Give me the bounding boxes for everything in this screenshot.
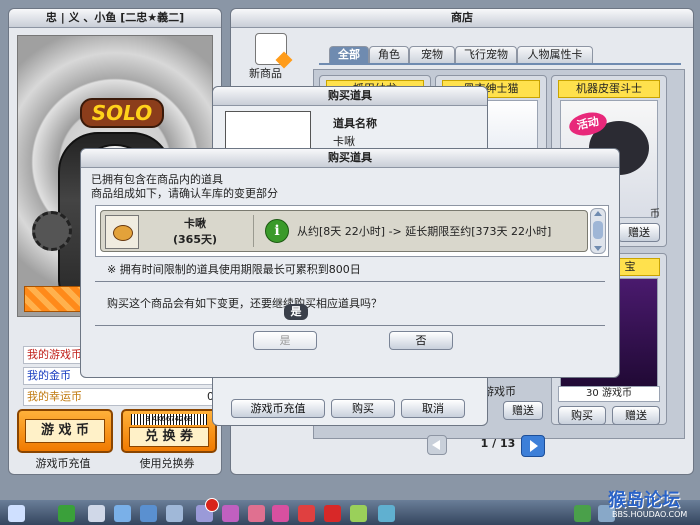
notebook-icon[interactable] bbox=[166, 505, 183, 522]
yes-button[interactable]: 是 bbox=[253, 331, 317, 350]
confirm-question: 购买这个商品会有如下变更，还要继续购买相应道具吗？ bbox=[107, 297, 382, 310]
mask-icon[interactable] bbox=[324, 505, 341, 522]
new-items-icon[interactable] bbox=[255, 33, 293, 69]
game-coin-caption: 游戏币充值 bbox=[35, 457, 91, 470]
buy-item-name-value: 卡啾 bbox=[333, 135, 355, 148]
recharge-button[interactable]: 游戏币充值 bbox=[231, 399, 325, 418]
next-page-button[interactable] bbox=[521, 435, 545, 457]
redeem-button-label: 兑 换 券 bbox=[129, 427, 209, 447]
left-arrow-icon bbox=[432, 440, 440, 450]
tab-pets[interactable]: 宠物 bbox=[409, 46, 455, 63]
tools-icon[interactable] bbox=[140, 505, 157, 522]
shop-card-3-price: 币 bbox=[650, 209, 660, 220]
note-divider bbox=[95, 281, 605, 282]
confirm-purchase-dialog: 购买道具 已拥有包含在商品内的道具 商品组成如下，请确认车库的变更部分 卡啾 (… bbox=[80, 148, 620, 378]
my-gold-coin-label: 我的金币 bbox=[27, 369, 71, 382]
row-divider bbox=[253, 215, 254, 247]
logo-icon[interactable] bbox=[8, 505, 25, 522]
my-lucky-coin-link[interactable]: 我的幸运币 0 bbox=[23, 388, 221, 406]
my-game-coin-label: 我的游戏币 bbox=[27, 348, 82, 361]
camera-icon[interactable] bbox=[350, 505, 367, 522]
scroll-thumb[interactable] bbox=[593, 221, 603, 239]
solo-badge: SOLO bbox=[80, 98, 164, 128]
change-row[interactable]: 卡啾 (365天) i 从约[8天 22小时] -> 延长期限至约[373天 2… bbox=[100, 210, 588, 252]
game-coin-button-label: 游 戏 币 bbox=[25, 419, 105, 443]
prev-page-button[interactable] bbox=[427, 435, 447, 455]
yes-tooltip: 是 bbox=[284, 304, 308, 320]
change-item-name: 卡啾 bbox=[184, 217, 206, 230]
item-thumbnail bbox=[105, 215, 139, 249]
shop-card-4-buy-button[interactable]: 购买 bbox=[558, 406, 606, 425]
music-icon[interactable] bbox=[574, 505, 591, 522]
buy-button[interactable]: 购买 bbox=[331, 399, 395, 418]
my-lucky-coin-label: 我的幸运币 bbox=[27, 390, 82, 403]
change-list: 卡啾 (365天) i 从约[8天 22小时] -> 延长期限至约[373天 2… bbox=[95, 205, 609, 257]
confirm-dialog-title: 购买道具 bbox=[81, 149, 619, 168]
watermark-url: BBS.HOUDAO.COM bbox=[612, 510, 688, 519]
tab-attribute-cards[interactable]: 人物属性卡 bbox=[517, 46, 593, 63]
change-item-days: (365天) bbox=[172, 233, 218, 246]
shop-card-4-gift-button[interactable]: 赠送 bbox=[612, 406, 660, 425]
cancel-button[interactable]: 取消 bbox=[401, 399, 465, 418]
scroll-down-icon[interactable] bbox=[594, 246, 602, 251]
buy-item-name-label: 道具名称 bbox=[333, 117, 377, 130]
pet-icon[interactable] bbox=[272, 505, 289, 522]
heart-icon[interactable] bbox=[248, 505, 265, 522]
scroll-up-icon[interactable] bbox=[594, 211, 602, 216]
time-limit-note: ※ 拥有时间限制的道具使用期限最长可累积到800日 bbox=[107, 263, 361, 276]
chat-icon[interactable] bbox=[378, 505, 395, 522]
buy-dialog-title: 购买道具 bbox=[213, 87, 487, 106]
new-items-label: 新商品 bbox=[249, 67, 282, 80]
book-icon[interactable] bbox=[298, 505, 315, 522]
shop-card-2-gift-button-row2[interactable]: 赠送 bbox=[503, 401, 543, 420]
question-divider bbox=[95, 325, 605, 326]
shop-icon[interactable] bbox=[88, 505, 105, 522]
shop-title: 商店 bbox=[231, 9, 693, 28]
tab-all[interactable]: 全部 bbox=[329, 46, 369, 63]
shop-card-3-gift-button[interactable]: 赠送 bbox=[618, 223, 660, 242]
watermark-logo: 猴岛论坛 bbox=[608, 490, 680, 511]
users-icon[interactable] bbox=[222, 505, 239, 522]
confirm-line-2: 商品组成如下，请确认车库的变更部分 bbox=[91, 187, 278, 200]
tab-underline bbox=[319, 63, 681, 65]
change-list-scrollbar[interactable] bbox=[590, 208, 606, 254]
home-icon[interactable] bbox=[114, 505, 131, 522]
spike-weapon bbox=[32, 211, 72, 251]
tab-flying-pets[interactable]: 飞行宠物 bbox=[455, 46, 517, 63]
back-icon[interactable] bbox=[58, 505, 75, 522]
info-icon: i bbox=[265, 219, 289, 243]
redeem-button[interactable]: 8 AK6674268 兑 换 券 bbox=[121, 409, 217, 453]
redeem-caption: 使用兑换券 bbox=[139, 457, 195, 470]
game-coin-button[interactable]: 游 戏 币 bbox=[17, 409, 113, 453]
tab-characters[interactable]: 角色 bbox=[369, 46, 409, 63]
shop-card-3-name: 机器皮蛋斗士 bbox=[558, 80, 660, 98]
shop-card-4-price: 30 游戏币 bbox=[558, 386, 660, 402]
change-description: 从约[8天 22小时] -> 延长期限至约[373天 22小时] bbox=[297, 225, 552, 238]
orange-tile-floor bbox=[24, 286, 86, 312]
no-button[interactable]: 否 bbox=[389, 331, 453, 350]
kajiu-item-icon bbox=[113, 225, 133, 241]
character-title: 忠 | 义 、小鱼 [二忠★義二] bbox=[9, 9, 221, 28]
redeem-barcode: 8 AK6674268 bbox=[131, 414, 207, 425]
right-arrow-icon bbox=[530, 440, 538, 452]
alert-badge-icon bbox=[205, 498, 219, 512]
